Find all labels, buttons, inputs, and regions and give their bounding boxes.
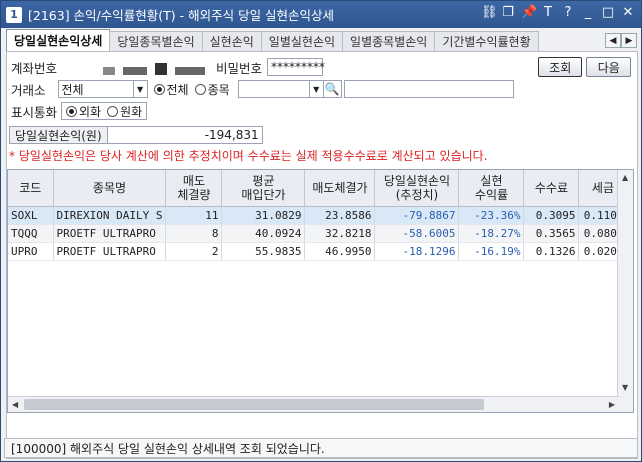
col-sell-qty[interactable]: 매도 체결량 (165, 170, 223, 207)
col-return[interactable]: 실현 수익률 (458, 170, 525, 207)
scroll-down-icon[interactable]: ▼ (622, 383, 628, 392)
table-row[interactable]: SOXL DIREXION DAILY S 11 31.0829 23.8586… (8, 206, 628, 225)
minimize-icon[interactable]: _ (581, 5, 595, 20)
col-sell-price[interactable]: 매도체결가 (304, 170, 376, 207)
cell-avg-price: 31.0829 (221, 206, 306, 225)
cell-name: PROETF ULTRAPRO (53, 224, 167, 243)
scroll-right-icon[interactable]: ▶ (609, 400, 615, 409)
close-icon[interactable]: ✕ (621, 5, 635, 20)
tab-next-icon[interactable]: ▶ (621, 33, 637, 48)
cell-fee: 0.3095 (523, 206, 580, 225)
radio-item-label: 종목 (207, 82, 230, 97)
password-field[interactable]: ********* (266, 58, 325, 76)
cell-code: TQQQ (8, 224, 54, 243)
password-label: 비밀번호 (215, 60, 262, 76)
main-panel: 계좌번호 비밀번호 ********* 조회 다음 거래소 전체 ▼ 전체 종목… (6, 51, 638, 459)
result-grid: 코드 종목명 매도 체결량 평균 매입단가 매도체결가 당일실현손익 (추정치) 실현… (7, 169, 634, 413)
search-button[interactable]: 🔍 (323, 80, 342, 98)
window-badge: 1 (6, 6, 22, 23)
exchange-value: 전체 (61, 82, 84, 97)
cell-fee: 0.3565 (523, 224, 580, 243)
account-label: 계좌번호 (11, 60, 58, 76)
horizontal-scrollbar[interactable]: ◀ ▶ (8, 396, 619, 412)
cell-sell-price: 46.9950 (304, 242, 376, 261)
cell-fee: 0.1326 (523, 242, 580, 261)
radio-won-label: 원화 (120, 104, 143, 119)
col-fee[interactable]: 수수료 (523, 170, 580, 207)
exchange-select[interactable]: 전체 ▼ (57, 80, 148, 98)
cell-sell-price: 32.8218 (304, 224, 376, 243)
search-icon: 🔍 (324, 82, 340, 96)
col-avg-price[interactable]: 평균 매입단가 (221, 170, 306, 207)
chevron-down-icon: ▼ (132, 81, 147, 97)
radio-foreign-dot (66, 105, 78, 117)
result-table: 코드 종목명 매도 체결량 평균 매입단가 매도체결가 당일실현손익 (추정치) 실현… (8, 170, 628, 261)
cell-sell-qty: 8 (165, 224, 223, 243)
cell-realized-pnl: -79.8867 (374, 206, 460, 225)
app-window: 1 [2163] 손익/수익률현황(T) - 해외주식 당일 실현손익상세 ⛓ … (0, 0, 642, 462)
radio-foreign[interactable]: 외화 (66, 103, 101, 120)
scroll-thumb[interactable] (24, 399, 484, 410)
title-bar: 1 [2163] 손익/수익률현황(T) - 해외주식 당일 실현손익상세 ⛓ … (1, 1, 641, 28)
cell-sell-qty: 2 (165, 242, 223, 261)
help-icon[interactable]: ? (561, 5, 575, 20)
radio-won-dot (107, 105, 119, 117)
table-row[interactable]: UPRO PROETF ULTRAPRO 2 55.9835 46.9950 -… (8, 242, 628, 261)
pnl-value: -194,831 (107, 126, 263, 144)
scroll-up-icon[interactable]: ▲ (622, 173, 628, 182)
tab-realized-pnl[interactable]: 실현손익 (201, 31, 262, 51)
cell-name: DIREXION DAILY S (53, 206, 167, 225)
cell-return: -18.27% (458, 224, 525, 243)
window-title: [2163] 손익/수익률현황(T) - 해외주식 당일 실현손익상세 (28, 8, 335, 23)
next-button[interactable]: 다음 (586, 57, 631, 77)
cell-avg-price: 55.9835 (221, 242, 306, 261)
item-code-select[interactable]: ▼ (237, 80, 324, 98)
cell-avg-price: 40.0924 (221, 224, 306, 243)
exchange-label: 거래소 (11, 82, 46, 98)
radio-foreign-label: 외화 (79, 104, 102, 119)
pnl-label: 당일실현손익(원) (9, 126, 108, 144)
tab-daily-by-item[interactable]: 당일종목별손익 (109, 31, 203, 51)
copy-icon[interactable]: ❐ (501, 5, 515, 20)
tab-prev-icon[interactable]: ◀ (605, 33, 621, 48)
table-row[interactable]: TQQQ PROETF ULTRAPRO 8 40.0924 32.8218 -… (8, 224, 628, 243)
radio-won[interactable]: 원화 (107, 103, 142, 120)
tab-daily-realized-detail[interactable]: 당일실현손익상세 (6, 29, 111, 51)
cell-code: SOXL (8, 206, 54, 225)
cell-name: PROETF ULTRAPRO (53, 242, 167, 261)
radio-all-dot (153, 83, 165, 95)
radio-item[interactable]: 종목 (194, 81, 230, 98)
cell-sell-qty: 11 (165, 206, 223, 225)
tab-period-return[interactable]: 기간별수익률현황 (434, 31, 539, 51)
vertical-scrollbar[interactable]: ▲ ▼ (617, 170, 633, 412)
account-field[interactable] (63, 58, 208, 76)
cell-return: -23.36% (458, 206, 525, 225)
scroll-left-icon[interactable]: ◀ (12, 400, 18, 409)
col-realized-pnl[interactable]: 당일실현손익 (추정치) (374, 170, 460, 207)
tab-bar: 당일실현손익상세 당일종목별손익 실현손익 일별실현손익 일별종목별손익 기간별… (6, 29, 606, 51)
status-bar: [100000] 해외주식 당일 실현손익 상세내역 조회 되었습니다. (4, 438, 638, 458)
maximize-icon[interactable]: □ (601, 5, 615, 20)
col-code[interactable]: 코드 (8, 170, 54, 207)
item-name-field[interactable] (343, 80, 514, 98)
currency-radio-group: 외화 원화 (61, 102, 148, 120)
radio-all-label: 전체 (166, 82, 189, 97)
cell-realized-pnl: -58.6005 (374, 224, 460, 243)
query-button[interactable]: 조회 (537, 57, 583, 77)
tab-daily-realized[interactable]: 일별실현손익 (260, 31, 344, 51)
notice-text: * 당일실현손익은 당사 계산에 의한 추정치이며 수수료는 실제 적용수수료로… (9, 149, 488, 163)
cell-code: UPRO (8, 242, 54, 261)
tab-daily-item[interactable]: 일별종목별손익 (342, 31, 436, 51)
cell-realized-pnl: -18.1296 (374, 242, 460, 261)
radio-item-dot (194, 83, 206, 95)
currency-label: 표시통화 (11, 104, 58, 120)
col-name[interactable]: 종목명 (53, 170, 167, 207)
radio-all[interactable]: 전체 (153, 81, 189, 98)
pin-icon[interactable]: 📌 (521, 5, 537, 20)
chevron-down-icon: ▼ (308, 81, 323, 97)
cell-return: -16.19% (458, 242, 525, 261)
font-icon[interactable]: T (541, 5, 555, 20)
link-icon[interactable]: ⛓ (481, 5, 498, 20)
cell-sell-price: 23.8586 (304, 206, 376, 225)
